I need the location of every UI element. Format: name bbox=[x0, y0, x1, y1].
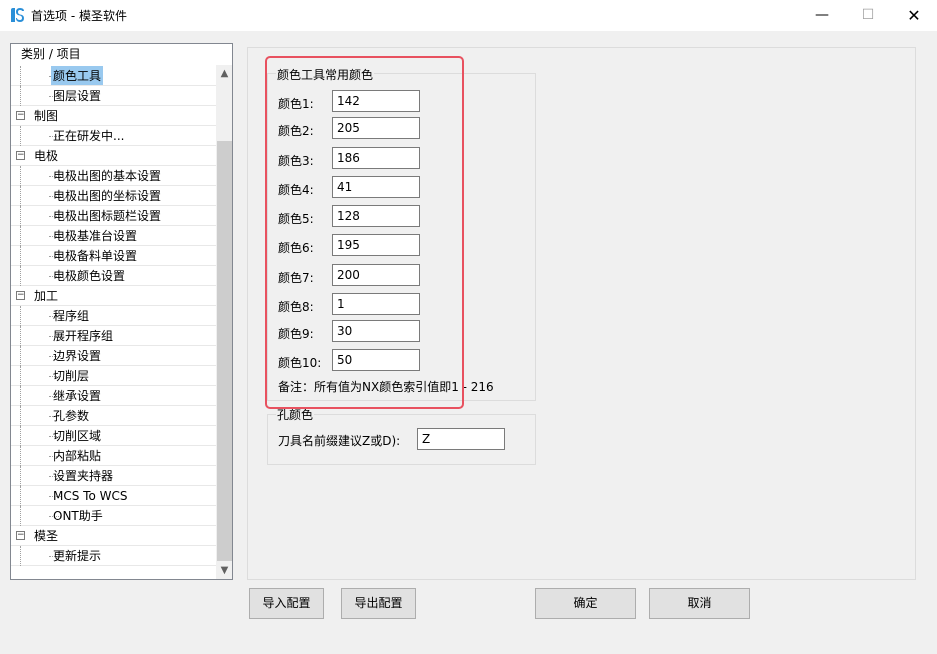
tree-connector-line bbox=[20, 446, 21, 466]
tree-item-label: 电极出图标题栏设置 bbox=[53, 209, 162, 223]
tree-item-row[interactable]: 继承设置 bbox=[11, 386, 216, 406]
tree-connector-line bbox=[20, 426, 21, 446]
highlight-annotation bbox=[265, 56, 464, 409]
tree-item-row[interactable]: 电极出图的基本设置 bbox=[11, 166, 216, 186]
scroll-thumb[interactable] bbox=[217, 141, 232, 561]
tree-connector-line bbox=[20, 126, 21, 146]
tree-connector-line bbox=[20, 406, 21, 426]
tree-item-label: 展开程序组 bbox=[53, 329, 114, 343]
tree-connector-line bbox=[20, 366, 21, 386]
minimize-icon: — bbox=[815, 7, 829, 23]
tree-item-label: 图层设置 bbox=[53, 89, 102, 103]
tree-item-label: 电极 bbox=[34, 149, 59, 163]
tree-item-row[interactable]: 正在研发中... bbox=[11, 126, 216, 146]
tree-connector-line bbox=[20, 506, 21, 526]
close-button[interactable]: ✕ bbox=[891, 0, 937, 31]
tree-item-row[interactable]: 孔参数 bbox=[11, 406, 216, 426]
tree-item-label: 电极颜色设置 bbox=[53, 269, 126, 283]
tree-connector-line bbox=[20, 386, 21, 406]
tree-item-label: 程序组 bbox=[53, 309, 90, 323]
tree-item-row[interactable]: 电极颜色设置 bbox=[11, 266, 216, 286]
tree-item-row[interactable]: 内部粘贴 bbox=[11, 446, 216, 466]
tree-connector-line bbox=[20, 306, 21, 326]
tree-connector-line bbox=[20, 486, 21, 506]
ok-button[interactable]: 确定 bbox=[535, 588, 636, 619]
minimize-button[interactable]: — bbox=[799, 0, 845, 31]
tree-item-label: ONT助手 bbox=[53, 509, 103, 523]
cancel-button[interactable]: 取消 bbox=[649, 588, 750, 619]
tree-connector-line bbox=[20, 206, 21, 226]
window-title: 首选项 - 模圣软件 bbox=[31, 9, 127, 23]
tree-item-row[interactable]: 颜色工具 bbox=[11, 66, 216, 86]
tree-item-label: 内部粘贴 bbox=[53, 449, 102, 463]
tree-item-row[interactable]: ONT助手 bbox=[11, 506, 216, 526]
tree-item-label: 设置夹持器 bbox=[53, 469, 114, 483]
close-icon: ✕ bbox=[907, 6, 921, 25]
tree-item-row[interactable]: 电极出图标题栏设置 bbox=[11, 206, 216, 226]
collapse-icon[interactable]: − bbox=[16, 151, 25, 160]
tree-category-row[interactable]: − 制图 bbox=[11, 106, 216, 126]
tree-item-label: 电极备料单设置 bbox=[53, 249, 138, 263]
tree-connector-line bbox=[20, 86, 21, 106]
tree-item-label: 更新提示 bbox=[53, 549, 102, 563]
tree-item-row[interactable]: 更新提示 bbox=[11, 546, 216, 566]
tree-category-row[interactable]: − 模圣 bbox=[11, 526, 216, 546]
tree-item-label: 电极出图的坐标设置 bbox=[53, 189, 162, 203]
tree-item-label: 颜色工具 bbox=[51, 66, 104, 85]
export-config-button[interactable]: 导出配置 bbox=[341, 588, 416, 619]
tree-item-row[interactable]: 图层设置 bbox=[11, 86, 216, 106]
import-config-button[interactable]: 导入配置 bbox=[249, 588, 324, 619]
tree-item-label: 边界设置 bbox=[53, 349, 102, 363]
tree-scrollbar[interactable]: ▲ ▼ bbox=[216, 65, 232, 579]
tree-connector-line bbox=[20, 226, 21, 246]
tree-connector-line bbox=[20, 466, 21, 486]
tree-item-label: 孔参数 bbox=[53, 409, 90, 423]
collapse-icon[interactable]: − bbox=[16, 531, 25, 540]
tool-prefix-input[interactable]: Z bbox=[417, 428, 505, 450]
tree-category-row[interactable]: − 电极 bbox=[11, 146, 216, 166]
tree-item-label: 继承设置 bbox=[53, 389, 102, 403]
tree-item-row[interactable]: 程序组 bbox=[11, 306, 216, 326]
title-bar: 首选项 - 模圣软件 — ☐ ✕ bbox=[0, 0, 937, 31]
collapse-icon[interactable]: − bbox=[16, 111, 25, 120]
tree-item-label: 电极出图的基本设置 bbox=[53, 169, 162, 183]
tree-item-label: MCS To WCS bbox=[53, 489, 128, 503]
tree-item-row[interactable]: 电极出图的坐标设置 bbox=[11, 186, 216, 206]
tree-connector-line bbox=[20, 166, 21, 186]
tree-item-label: 切削区域 bbox=[53, 429, 102, 443]
tree-category-row[interactable]: − 加工 bbox=[11, 286, 216, 306]
tree-item-row[interactable]: MCS To WCS bbox=[11, 486, 216, 506]
tree-connector-line bbox=[20, 346, 21, 366]
tree-item-label: 正在研发中... bbox=[53, 129, 125, 143]
tree-connector-line bbox=[20, 186, 21, 206]
category-tree[interactable]: 类别 / 项目 颜色工具 图层设置 − 制图 正在研发中... − 电极 电极出图的基本设置电… bbox=[10, 43, 233, 580]
scroll-down-icon[interactable]: ▼ bbox=[216, 562, 232, 579]
tool-prefix-label: 刀具名前缀建议Z或D): bbox=[278, 434, 401, 448]
tree-item-row[interactable]: 边界设置 bbox=[11, 346, 216, 366]
collapse-icon[interactable]: − bbox=[16, 291, 25, 300]
app-logo-icon bbox=[9, 7, 25, 23]
tree-connector-line bbox=[20, 546, 21, 566]
tree-item-row[interactable]: 展开程序组 bbox=[11, 326, 216, 346]
tree-item-label: 电极基准台设置 bbox=[53, 229, 138, 243]
tree-item-label: 切削层 bbox=[53, 369, 90, 383]
tree-item-row[interactable]: 切削区域 bbox=[11, 426, 216, 446]
tree-item-row[interactable]: 电极基准台设置 bbox=[11, 226, 216, 246]
tree-header: 类别 / 项目 bbox=[21, 47, 81, 61]
tree-connector-line bbox=[20, 246, 21, 266]
tree-item-label: 加工 bbox=[34, 289, 59, 303]
tree-connector-line bbox=[20, 326, 21, 346]
tree-item-label: 制图 bbox=[34, 109, 59, 123]
tree-item-row[interactable]: 切削层 bbox=[11, 366, 216, 386]
tree-connector-line bbox=[20, 66, 21, 86]
scroll-up-icon[interactable]: ▲ bbox=[216, 65, 232, 82]
tree-item-row[interactable]: 电极备料单设置 bbox=[11, 246, 216, 266]
tree-item-row[interactable]: 设置夹持器 bbox=[11, 466, 216, 486]
maximize-button[interactable]: ☐ bbox=[845, 0, 891, 31]
tree-connector-line bbox=[20, 266, 21, 286]
tree-item-label: 模圣 bbox=[34, 529, 59, 543]
maximize-icon: ☐ bbox=[861, 7, 875, 23]
